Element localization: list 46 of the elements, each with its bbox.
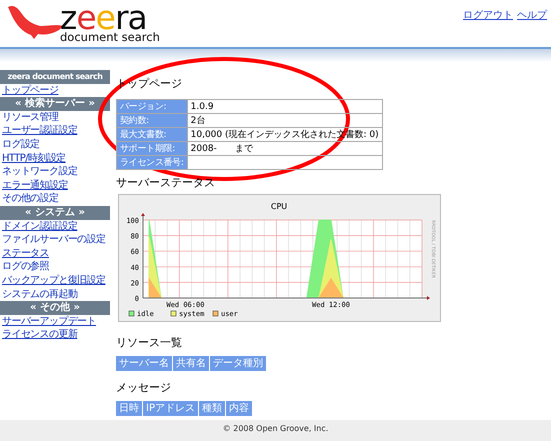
column-header: IPアドレス — [143, 401, 198, 416]
column-header: サーバー名 — [116, 356, 172, 371]
sidebar-link[interactable]: ファイルサーバーの設定 — [0, 233, 110, 247]
sidebar-link[interactable]: システムの再起動 — [0, 288, 110, 302]
sidebar-link[interactable]: ログ設定 — [0, 138, 110, 152]
info-value: 2台 — [187, 114, 382, 128]
sidebar-section-header: « システム » — [0, 206, 110, 220]
sidebar-title: zeera document search — [0, 70, 110, 84]
sidebar-link[interactable]: バックアップと復旧設定 — [0, 274, 110, 288]
sidebar-link[interactable]: リソース管理 — [0, 110, 110, 124]
sidebar-link[interactable]: HTTP/時刻設定 — [0, 152, 110, 166]
header-link[interactable]: ログアウト — [463, 8, 513, 22]
sidebar-link[interactable]: ネットワーク設定 — [0, 165, 110, 179]
sidebar-link[interactable]: ユーザー認証設定 — [0, 124, 110, 138]
header-link[interactable]: ヘルプ — [517, 8, 547, 22]
info-label: ライセンス番号: — [116, 156, 188, 170]
info-label: バージョン: — [116, 100, 188, 114]
sidebar-section-header: « 検索サーバー » — [0, 97, 110, 111]
sidebar-link[interactable]: その他の設定 — [0, 192, 110, 206]
column-header: データ種別 — [210, 356, 266, 371]
column-header: 種類 — [198, 401, 225, 416]
column-header: 内容 — [226, 401, 252, 416]
info-label: 最大文書数: — [116, 128, 188, 142]
logo-tagline: document search — [60, 32, 160, 43]
sidebar-link[interactable]: サーバーアップデート — [0, 314, 110, 328]
info-value: 2008- まで — [187, 142, 382, 156]
info-label: 契約数: — [116, 114, 188, 128]
section-title: メッセージ — [116, 381, 172, 395]
sidebar-section-header: « その他 » — [0, 301, 110, 315]
legend-swatch — [128, 310, 134, 316]
sidebar-link[interactable]: ライセンスの更新 — [0, 328, 110, 342]
legend-swatch — [212, 310, 218, 316]
column-header: 共有名 — [173, 356, 209, 371]
logo-wordmark: zeera — [60, 4, 147, 32]
sidebar-link[interactable]: ログの参照 — [0, 260, 110, 274]
info-label: サポート期限: — [116, 142, 188, 156]
sidebar-link[interactable]: ドメイン認証設定 — [0, 220, 110, 234]
section-title: リソース一覧 — [116, 336, 183, 350]
info-value: 1.0.9 — [187, 100, 382, 114]
chart-title: CPU — [270, 202, 288, 211]
sidebar-link[interactable]: エラー通知設定 — [0, 178, 110, 192]
sidebar-link[interactable]: トップページ — [0, 84, 110, 98]
column-header: 日時 — [116, 401, 142, 416]
sidebar-link[interactable]: ステータス — [0, 246, 110, 260]
legend-swatch — [170, 310, 176, 316]
copyright-text: © 2008 Open Groove, Inc. — [222, 424, 328, 433]
